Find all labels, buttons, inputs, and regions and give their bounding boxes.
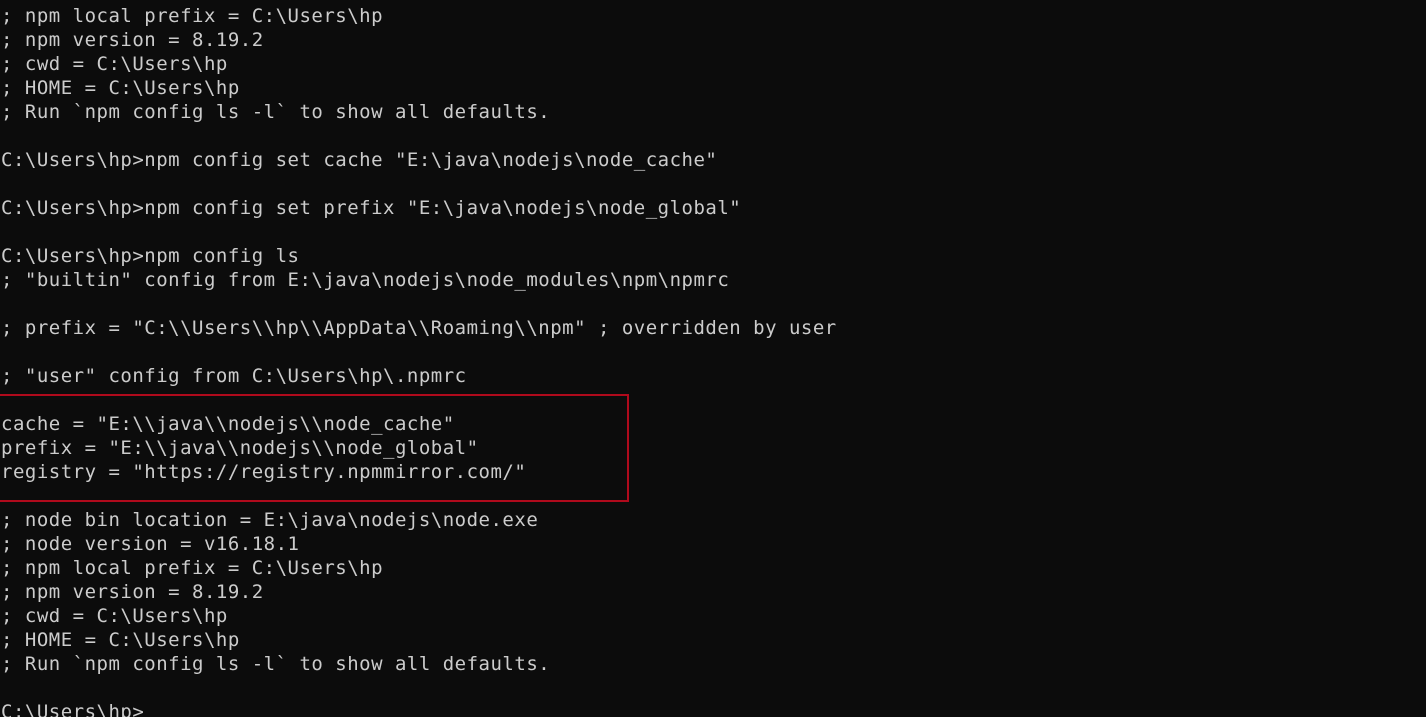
console-line: ; npm version = 8.19.2 — [1, 29, 264, 51]
command-prompt[interactable]: C:\Users\hp> — [1, 700, 837, 717]
console-line: ; npm version = 8.19.2 — [1, 581, 264, 603]
highlight-box — [0, 394, 629, 502]
command-line: C:\Users\hp>npm config set cache "E:\jav… — [1, 149, 718, 171]
console-window[interactable]: ; npm local prefix = C:\Users\hp ; npm v… — [0, 0, 1426, 717]
console-line: ; HOME = C:\Users\hp — [1, 629, 240, 651]
command-line: C:\Users\hp>npm config set prefix "E:\ja… — [1, 197, 742, 219]
console-line: ; node version = v16.18.1 — [1, 533, 300, 555]
console-line: ; prefix = "C:\\Users\\hp\\AppData\\Roam… — [1, 317, 837, 339]
console-line: ; npm local prefix = C:\Users\hp — [1, 5, 384, 27]
console-line: ; cwd = C:\Users\hp — [1, 53, 228, 75]
console-line: ; node bin location = E:\java\nodejs\nod… — [1, 509, 539, 531]
console-line: ; HOME = C:\Users\hp — [1, 77, 240, 99]
console-line: ; cwd = C:\Users\hp — [1, 605, 228, 627]
console-line: ; "user" config from C:\Users\hp\.npmrc — [1, 365, 467, 387]
console-line: ; npm local prefix = C:\Users\hp — [1, 557, 384, 579]
command-line: C:\Users\hp>npm config ls — [1, 245, 300, 267]
console-line: ; Run `npm config ls -l` to show all def… — [1, 101, 551, 123]
console-line: ; Run `npm config ls -l` to show all def… — [1, 653, 551, 675]
console-output: ; npm local prefix = C:\Users\hp ; npm v… — [1, 4, 837, 717]
console-line: ; "builtin" config from E:\java\nodejs\n… — [1, 269, 730, 291]
